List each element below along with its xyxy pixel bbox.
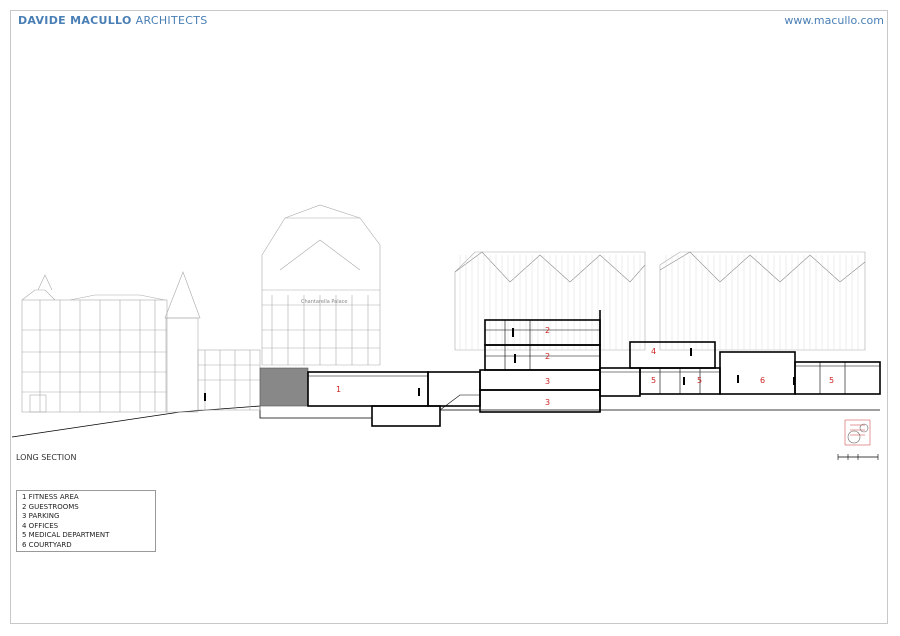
room-number-guestrooms-upper: 2 [545,326,550,335]
room-number-guestrooms-lower: 2 [545,352,550,361]
room-legend: 1 FITNESS AREA 2 GUESTROOMS 3 PARKING 4 … [16,490,156,552]
room-number-parking-lower: 3 [545,398,550,407]
legend-item: 4 OFFICES [22,521,59,530]
facade-sign: Chantarella Palace [301,299,348,305]
room-number-parking-upper: 3 [545,377,550,386]
legend-item: 6 COURTYARD [22,540,72,549]
room-number-medical-middle: 5 [697,376,702,385]
section-cut [259,310,881,427]
connector-building [197,349,261,411]
room-number-fitness: 1 [336,385,341,394]
legend-item: 3 PARKING [22,512,60,521]
ground-line [11,405,880,438]
room-number-offices: 4 [651,347,656,356]
key-plan [837,419,879,460]
room-number-medical-right: 5 [829,376,834,385]
modern-building-hatch-left [454,251,646,351]
legend-item: 5 MEDICAL DEPARTMENT [22,531,110,540]
section-title: LONG SECTION [16,453,77,462]
legend-item: 2 GUESTROOMS [22,502,79,511]
historic-building-left [21,271,201,413]
legend-item: 1 FITNESS AREA [22,493,79,501]
modern-building-hatch-right [659,251,866,351]
historic-building-center [261,204,381,366]
room-number-courtyard: 6 [760,376,765,385]
room-number-medical-left: 5 [651,376,656,385]
